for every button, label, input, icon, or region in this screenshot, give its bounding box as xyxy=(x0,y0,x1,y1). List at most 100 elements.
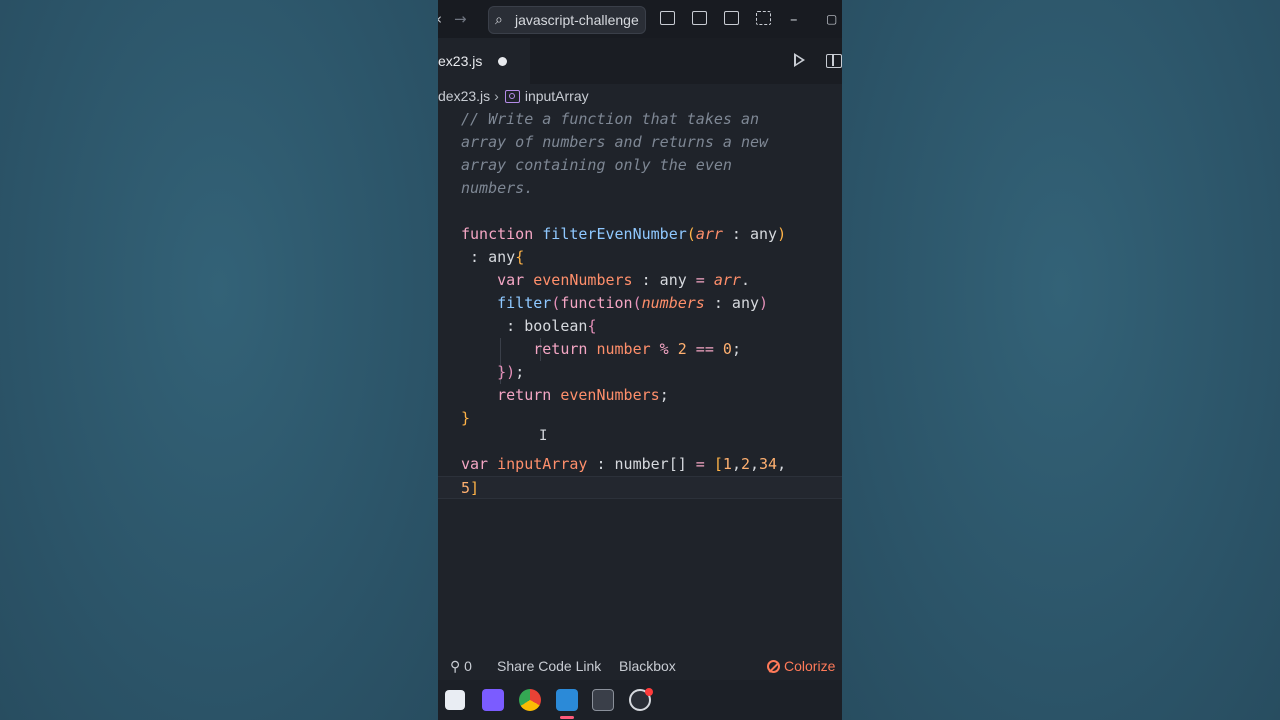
code-line[interactable]: var evenNumbers : any = arr. xyxy=(438,269,842,292)
toggle-panel-icon[interactable] xyxy=(692,11,707,25)
code-line[interactable]: : any{ xyxy=(438,246,842,269)
code-token: 0 xyxy=(722,340,732,358)
desktop-background-right xyxy=(842,0,1280,720)
code-token: 2 xyxy=(740,455,750,473)
ports-count: 0 xyxy=(464,658,472,674)
breadcrumb-symbol[interactable]: inputArray xyxy=(525,88,589,104)
code-line[interactable] xyxy=(438,200,842,223)
broadcast-icon: ⚲ xyxy=(450,658,461,674)
code-token: number xyxy=(596,340,651,358)
ban-icon xyxy=(767,660,780,673)
code-token: arr xyxy=(713,271,741,289)
code-token: var xyxy=(461,455,498,473)
code-token: : any xyxy=(704,294,760,312)
start-icon[interactable] xyxy=(445,690,465,710)
code-token: inputArray xyxy=(497,455,588,473)
tab-bar: ex23.js xyxy=(438,38,842,85)
code-token: evenNumbers xyxy=(533,271,633,289)
unsaved-dot-icon[interactable] xyxy=(498,57,507,66)
clapper-icon[interactable] xyxy=(482,689,504,711)
code-line[interactable]: array containing only the even xyxy=(438,154,842,177)
code-token: var xyxy=(461,271,534,289)
active-app-indicator xyxy=(560,716,574,719)
variable-symbol-icon xyxy=(504,90,520,103)
code-token: , xyxy=(777,455,787,473)
customize-layout-icon[interactable] xyxy=(756,11,771,25)
code-line[interactable]: array of numbers and returns a new xyxy=(438,131,842,154)
minimize-icon[interactable]: – xyxy=(790,0,798,38)
code-line[interactable]: function filterEvenNumber(arr : any) xyxy=(438,223,842,246)
code-token: [ xyxy=(713,455,723,473)
vscode-icon[interactable] xyxy=(556,689,578,711)
code-token: ) xyxy=(777,225,787,243)
code-token: function xyxy=(461,225,543,243)
code-token: ; xyxy=(515,363,525,381)
chevron-right-icon: › xyxy=(494,88,499,104)
code-token: % xyxy=(650,340,678,358)
status-bar: ⚲ 0 Share Code Link Blackbox Colorize xyxy=(438,652,842,680)
terminal-icon[interactable] xyxy=(592,689,614,711)
share-code-link[interactable]: Share Code Link xyxy=(497,652,601,680)
code-token: : any xyxy=(632,271,687,289)
code-line[interactable]: filter(function(numbers : any) xyxy=(438,292,842,315)
code-token: 5 xyxy=(461,479,471,497)
code-token: 34 xyxy=(759,455,778,473)
breadcrumb-file[interactable]: dex23.js xyxy=(438,88,490,104)
breadcrumb: dex23.js › inputArray xyxy=(438,86,589,106)
mouse-ibeam-icon: I xyxy=(539,428,548,444)
code-line[interactable]: return number % 2 == 0; xyxy=(438,338,842,361)
code-token: ( xyxy=(686,225,696,243)
title-bar: ‹ → ⌕ javascript-challenge – ▢ xyxy=(438,0,842,38)
maximize-icon[interactable]: ▢ xyxy=(826,0,837,38)
vscode-window: ‹ → ⌕ javascript-challenge – ▢ ex23.js d… xyxy=(438,0,842,720)
code-token: filter xyxy=(461,294,552,312)
chrome-icon[interactable] xyxy=(519,689,541,711)
colorize-item[interactable]: Colorize xyxy=(767,652,835,680)
code-token: { xyxy=(515,248,525,266)
code-line[interactable]: return evenNumbers; xyxy=(438,384,842,407)
blackbox-item[interactable]: Blackbox xyxy=(619,652,676,680)
code-token: { xyxy=(587,317,597,335)
code-line[interactable]: } xyxy=(438,407,842,430)
code-token: : boolean xyxy=(461,317,588,335)
code-editor[interactable]: // Write a function that takes an array o… xyxy=(438,108,842,648)
tab-label: ex23.js xyxy=(438,53,483,69)
split-editor-icon[interactable] xyxy=(826,54,842,68)
code-token: 2 xyxy=(677,340,687,358)
code-token: = xyxy=(686,455,714,473)
code-token: ; xyxy=(731,340,741,358)
code-line[interactable]: // Write a function that takes an xyxy=(438,108,842,131)
code-line[interactable]: var inputArray : number[] = [1,2,34, xyxy=(438,453,842,476)
arrow-left-icon[interactable]: ‹ xyxy=(438,0,442,38)
search-text: javascript-challenge xyxy=(515,12,639,28)
code-token: = xyxy=(686,271,714,289)
code-token: == xyxy=(686,340,723,358)
colorize-label: Colorize xyxy=(784,658,836,674)
code-line[interactable] xyxy=(438,430,842,453)
code-token: filterEvenNumber xyxy=(542,225,687,243)
code-token: : any xyxy=(461,248,516,266)
code-line[interactable]: 5] xyxy=(438,476,842,499)
code-token: ( xyxy=(632,294,642,312)
code-token: ; xyxy=(659,386,669,404)
ports-status[interactable]: ⚲ 0 xyxy=(450,652,472,680)
code-token: ) xyxy=(759,294,769,312)
toggle-sidebar-icon[interactable] xyxy=(660,11,675,25)
run-icon[interactable] xyxy=(794,53,805,67)
code-token: array of numbers and returns a new xyxy=(461,133,769,151)
code-token: . xyxy=(740,271,750,289)
code-token: evenNumbers xyxy=(560,386,660,404)
code-token: arr xyxy=(695,225,723,243)
toggle-secondary-sidebar-icon[interactable] xyxy=(724,11,739,25)
tab-active-file[interactable]: ex23.js xyxy=(438,38,530,85)
code-line[interactable]: }); xyxy=(438,361,842,384)
code-token: ( xyxy=(551,294,561,312)
code-line[interactable]: : boolean{ xyxy=(438,315,842,338)
code-token: : any xyxy=(722,225,778,243)
notification-badge xyxy=(645,688,653,696)
code-token: return xyxy=(461,386,561,404)
command-center-search[interactable]: ⌕ javascript-challenge xyxy=(488,6,646,34)
arrow-right-icon[interactable]: → xyxy=(454,0,467,38)
code-line[interactable]: numbers. xyxy=(438,177,842,200)
